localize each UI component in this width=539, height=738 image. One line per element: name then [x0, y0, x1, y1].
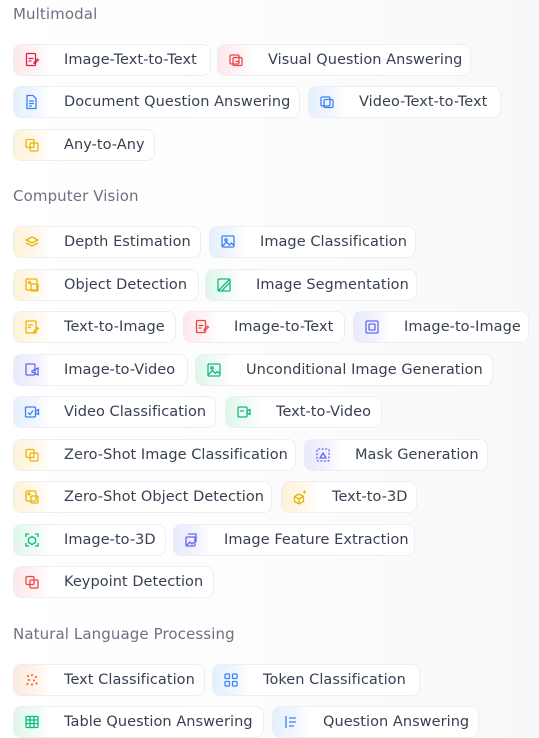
task-label: Image Classification [260, 234, 407, 250]
task-text-to-image[interactable]: Text-to-Image [13, 311, 176, 343]
zero-shot-object-detection-icon [14, 482, 50, 512]
task-label: Video Classification [64, 404, 207, 420]
task-label: Object Detection [64, 277, 188, 293]
task-label: Image-to-Text [234, 319, 334, 335]
task-zero-shot-object-detection[interactable]: Zero-Shot Object Detection [13, 481, 272, 513]
image-segmentation-icon [206, 270, 242, 300]
table-question-answering-icon [14, 707, 50, 737]
task-any-to-any[interactable]: Any-to-Any [13, 129, 155, 161]
image-to-text-icon [184, 312, 220, 342]
unconditional-image-generation-icon [196, 355, 232, 385]
task-label: Question Answering [323, 714, 470, 730]
task-mask-generation[interactable]: Mask Generation [304, 439, 488, 471]
task-label: Image-to-Video [64, 362, 176, 378]
image-classification-icon [210, 227, 246, 257]
task-image-feature-extraction[interactable]: Image Feature Extraction [173, 524, 415, 556]
image-to-video-icon [14, 355, 50, 385]
text-to-3d-icon [282, 482, 318, 512]
text-classification-icon [14, 665, 50, 695]
task-text-to-video[interactable]: Text-to-Video [225, 396, 382, 428]
task-label: Token Classification [263, 672, 406, 688]
object-detection-icon [14, 270, 50, 300]
video-text-to-text-icon [309, 87, 345, 117]
task-label: Video-Text-to-Text [359, 94, 488, 110]
image-text-to-text-icon [14, 45, 50, 75]
task-label: Mask Generation [355, 447, 479, 463]
section-title-multimodal: Multimodal [13, 5, 98, 23]
zero-shot-image-classification-icon [14, 440, 50, 470]
task-text-to-3d[interactable]: Text-to-3D [281, 481, 417, 513]
task-label: Text Classification [64, 672, 195, 688]
task-unconditional-image-generation[interactable]: Unconditional Image Generation [195, 354, 493, 386]
mask-generation-icon [305, 440, 341, 470]
task-label: Text-to-Video [276, 404, 372, 420]
task-label: Image Feature Extraction [224, 532, 409, 548]
question-answering-icon [273, 707, 309, 737]
task-label: Image Segmentation [256, 277, 409, 293]
task-image-segmentation[interactable]: Image Segmentation [205, 269, 417, 301]
task-video-classification[interactable]: Video Classification [13, 396, 216, 428]
task-label: Visual Question Answering [268, 52, 463, 68]
task-image-to-video[interactable]: Image-to-Video [13, 354, 188, 386]
task-label: Table Question Answering [64, 714, 253, 730]
task-image-to-image[interactable]: Image-to-Image [353, 311, 529, 343]
document-question-answering-icon [14, 87, 50, 117]
task-document-question-answering[interactable]: Document Question Answering [13, 86, 300, 118]
visual-question-answering-icon [218, 45, 254, 75]
task-keypoint-detection[interactable]: Keypoint Detection [13, 566, 214, 598]
task-depth-estimation[interactable]: Depth Estimation [13, 226, 201, 258]
task-label: Text-to-3D [332, 489, 408, 505]
task-label: Image-Text-to-Text [64, 52, 197, 68]
task-label: Depth Estimation [64, 234, 191, 250]
text-to-video-icon [226, 397, 262, 427]
task-label: Text-to-Image [64, 319, 165, 335]
task-label: Zero-Shot Object Detection [64, 489, 265, 505]
section-title-nlp: Natural Language Processing [13, 625, 235, 643]
task-image-to-text[interactable]: Image-to-Text [183, 311, 345, 343]
task-label: Document Question Answering [64, 94, 291, 110]
task-label: Any-to-Any [64, 137, 145, 153]
task-label: Zero-Shot Image Classification [64, 447, 288, 463]
video-classification-icon [14, 397, 50, 427]
task-visual-question-answering[interactable]: Visual Question Answering [217, 44, 471, 76]
task-image-classification[interactable]: Image Classification [209, 226, 416, 258]
depth-estimation-icon [14, 227, 50, 257]
keypoint-detection-icon [14, 567, 50, 597]
image-to-3d-icon [14, 525, 50, 555]
task-text-classification[interactable]: Text Classification [13, 664, 205, 696]
task-question-answering[interactable]: Question Answering [272, 706, 479, 738]
task-label: Keypoint Detection [64, 574, 204, 590]
image-to-image-icon [354, 312, 390, 342]
task-table-question-answering[interactable]: Table Question Answering [13, 706, 264, 738]
task-label: Image-to-3D [64, 532, 156, 548]
section-title-computer-vision: Computer Vision [13, 187, 139, 205]
text-to-image-icon [14, 312, 50, 342]
task-label: Image-to-Image [404, 319, 521, 335]
image-feature-extraction-icon [174, 525, 210, 555]
task-image-text-to-text[interactable]: Image-Text-to-Text [13, 44, 211, 76]
task-token-classification[interactable]: Token Classification [212, 664, 420, 696]
task-zero-shot-image-classification[interactable]: Zero-Shot Image Classification [13, 439, 296, 471]
any-to-any-icon [14, 130, 50, 160]
task-object-detection[interactable]: Object Detection [13, 269, 199, 301]
task-label: Unconditional Image Generation [246, 362, 483, 378]
token-classification-icon [213, 665, 249, 695]
task-video-text-to-text[interactable]: Video-Text-to-Text [308, 86, 501, 118]
task-image-to-3d[interactable]: Image-to-3D [13, 524, 166, 556]
